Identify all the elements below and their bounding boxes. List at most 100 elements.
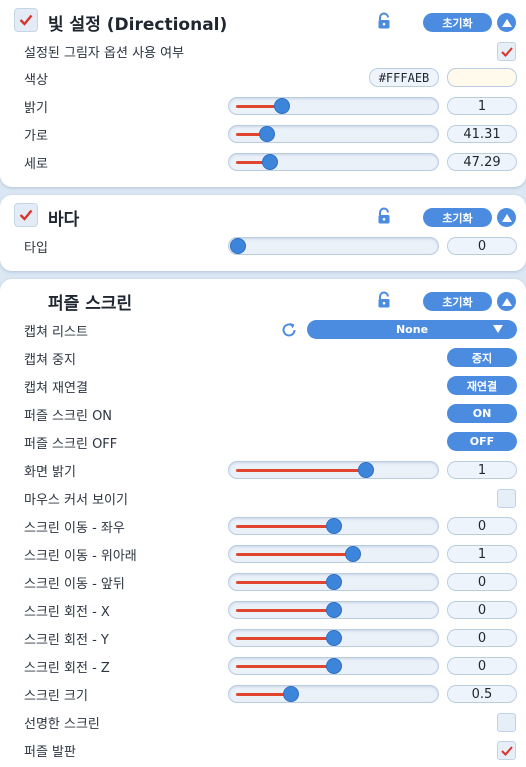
- screen-brightness-slider[interactable]: [228, 461, 439, 479]
- type-value[interactable]: 0: [447, 237, 517, 255]
- capture-list-value: None: [395, 323, 429, 336]
- type-slider[interactable]: [228, 237, 439, 255]
- move-fb-value[interactable]: 0: [447, 573, 517, 591]
- scale-slider[interactable]: [228, 685, 439, 703]
- sharp-checkbox[interactable]: [497, 713, 516, 732]
- slider-thumb[interactable]: [273, 98, 290, 114]
- light-panel-header: 빛 설정 (Directional) 초기화: [0, 4, 526, 35]
- check-icon: [19, 14, 33, 26]
- color-swatch[interactable]: [447, 68, 517, 87]
- brightness-slider[interactable]: [228, 97, 439, 115]
- rot-x-row: 스크린 회전 - X 0: [0, 595, 526, 623]
- mouse-cursor-checkbox[interactable]: [497, 489, 516, 508]
- capture-reconnect-row: 캡쳐 재연결 재연결: [0, 371, 526, 399]
- floor-reset-button[interactable]: 초기화: [423, 208, 492, 227]
- type-row: 타입 0: [0, 231, 526, 259]
- scale-row: 스크린 크기 0.5: [0, 679, 526, 707]
- capture-reconnect-button[interactable]: 재연결: [447, 376, 517, 395]
- screen-off-button[interactable]: OFF: [447, 432, 517, 451]
- color-row: 색상 #FFFAEB: [0, 63, 526, 91]
- capture-list-dropdown[interactable]: None: [307, 320, 517, 339]
- slider-fill: [236, 553, 353, 556]
- slider-thumb[interactable]: [325, 602, 342, 618]
- rot-y-value[interactable]: 0: [447, 629, 517, 647]
- sharp-row: 선명한 스크린: [0, 707, 526, 735]
- mouse-cursor-row: 마우스 커서 보이기: [0, 483, 526, 511]
- puzzle-panel-title: 퍼즐 스크린: [48, 294, 133, 314]
- slider-thumb[interactable]: [258, 126, 275, 142]
- slider-thumb[interactable]: [230, 238, 246, 254]
- slider-thumb[interactable]: [325, 574, 342, 590]
- capture-reconnect-label: 캡쳐 재연결: [24, 381, 88, 396]
- slider-fill: [236, 581, 334, 584]
- puzzle-reset-button[interactable]: 초기화: [423, 292, 492, 311]
- light-collapse-button[interactable]: [497, 13, 516, 32]
- vertical-label: 세로: [24, 157, 48, 172]
- move-lr-value[interactable]: 0: [447, 517, 517, 535]
- rot-z-value[interactable]: 0: [447, 657, 517, 675]
- check-icon: [500, 46, 513, 57]
- slider-thumb[interactable]: [344, 546, 361, 562]
- capture-list-row: 캡쳐 리스트 None: [0, 315, 526, 343]
- rot-z-slider[interactable]: [228, 657, 439, 675]
- puzzle-screen-panel: 퍼즐 스크린 초기화 캡쳐 리스트 None 캡쳐 중지 중지 캡쳐 재연결 재…: [0, 279, 526, 767]
- rot-y-slider[interactable]: [228, 629, 439, 647]
- slider-thumb[interactable]: [325, 518, 342, 534]
- horizontal-value[interactable]: 41.31: [447, 125, 517, 143]
- rot-z-row: 스크린 회전 - Z 0: [0, 651, 526, 679]
- brightness-value[interactable]: 1: [447, 97, 517, 115]
- slider-thumb[interactable]: [325, 630, 342, 646]
- check-icon: [19, 209, 33, 221]
- floor-panel-header: 바다 초기화: [0, 199, 526, 230]
- puzzle-collapse-button[interactable]: [497, 292, 516, 311]
- slider-fill: [236, 469, 366, 472]
- slider-thumb[interactable]: [357, 462, 374, 478]
- chevron-up-icon: [501, 18, 512, 27]
- move-lr-slider[interactable]: [228, 517, 439, 535]
- brightness-label: 밝기: [24, 101, 48, 116]
- slider-fill: [236, 637, 334, 640]
- scale-value[interactable]: 0.5: [447, 685, 517, 703]
- slider-thumb[interactable]: [325, 658, 342, 674]
- light-reset-button[interactable]: 초기화: [423, 13, 492, 32]
- puzzle-board-checkbox[interactable]: [497, 741, 516, 760]
- scale-label: 스크린 크기: [24, 689, 88, 704]
- floor-enable-checkbox[interactable]: [14, 203, 38, 227]
- rot-x-value[interactable]: 0: [447, 601, 517, 619]
- screen-on-button[interactable]: ON: [447, 404, 517, 423]
- puzzle-board-label: 퍼즐 발판: [24, 745, 76, 760]
- floor-collapse-button[interactable]: [497, 208, 516, 227]
- move-ud-label: 스크린 이동 - 위아래: [24, 549, 137, 564]
- horizontal-slider[interactable]: [228, 125, 439, 143]
- use-shadow-checkbox[interactable]: [497, 42, 516, 61]
- color-hex-input[interactable]: #FFFAEB: [369, 68, 439, 87]
- refresh-icon[interactable]: [280, 321, 298, 339]
- slider-thumb[interactable]: [283, 686, 300, 702]
- move-ud-slider[interactable]: [228, 545, 439, 563]
- capture-stop-button[interactable]: 중지: [447, 348, 517, 367]
- puzzle-panel-header: 퍼즐 스크린 초기화: [0, 283, 526, 314]
- capture-list-label: 캡쳐 리스트: [24, 325, 88, 340]
- lock-icon[interactable]: [375, 291, 393, 309]
- capture-stop-label: 캡쳐 중지: [24, 353, 76, 368]
- lock-icon[interactable]: [375, 207, 393, 225]
- light-settings-panel: 빛 설정 (Directional) 초기화 설정된 그림자 옵션 사용 여부 …: [0, 0, 526, 187]
- vertical-slider[interactable]: [228, 153, 439, 171]
- move-ud-value[interactable]: 1: [447, 545, 517, 563]
- chevron-up-icon: [501, 213, 512, 222]
- slider-thumb[interactable]: [262, 154, 279, 170]
- move-fb-slider[interactable]: [228, 573, 439, 591]
- screen-on-label: 퍼즐 스크린 ON: [24, 409, 113, 424]
- vertical-value[interactable]: 47.29: [447, 153, 517, 171]
- floor-settings-panel: 바다 초기화 타입 0: [0, 195, 526, 271]
- screen-on-row: 퍼즐 스크린 ON ON: [0, 399, 526, 427]
- screen-brightness-row: 화면 밝기 1: [0, 455, 526, 483]
- light-enable-checkbox[interactable]: [14, 8, 38, 32]
- screen-brightness-value[interactable]: 1: [447, 461, 517, 479]
- rot-x-slider[interactable]: [228, 601, 439, 619]
- screen-brightness-label: 화면 밝기: [24, 465, 76, 480]
- vertical-row: 세로 47.29: [0, 147, 526, 175]
- use-shadow-row: 설정된 그림자 옵션 사용 여부: [0, 36, 526, 64]
- lock-icon[interactable]: [375, 12, 393, 30]
- type-label: 타입: [24, 241, 48, 256]
